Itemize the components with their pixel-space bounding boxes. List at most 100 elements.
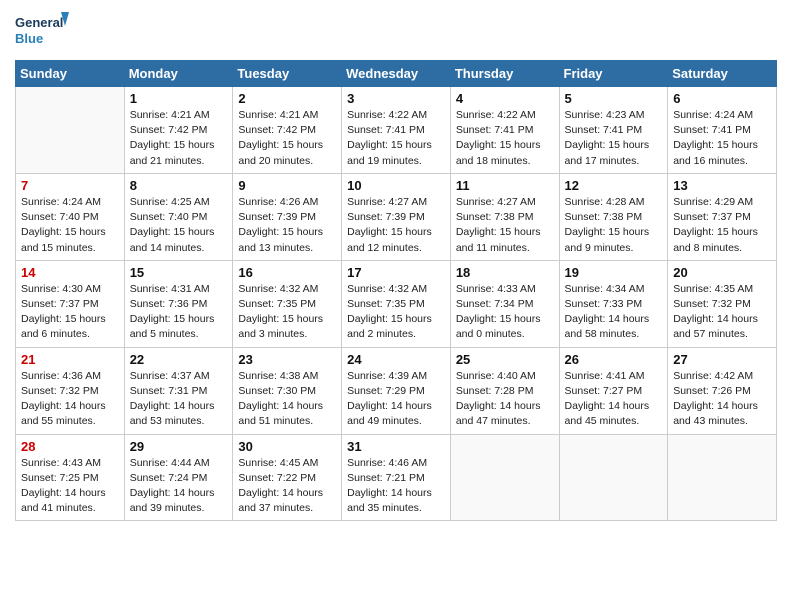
day-info: Sunrise: 4:44 AM Sunset: 7:24 PM Dayligh… <box>130 456 228 517</box>
calendar-cell: 14 Sunrise: 4:30 AM Sunset: 7:37 PM Dayli… <box>16 260 125 347</box>
calendar-cell: 1Sunrise: 4:21 AM Sunset: 7:42 PM Daylig… <box>124 87 233 174</box>
day-info: Sunrise: 4:46 AM Sunset: 7:21 PM Dayligh… <box>347 456 445 517</box>
day-info: Sunrise: 4:21 AM Sunset: 7:42 PM Dayligh… <box>238 108 336 169</box>
day-number: 19 <box>565 265 663 280</box>
day-number: 5 <box>565 91 663 106</box>
calendar-cell: 10 Sunrise: 4:27 AM Sunset: 7:39 PM Dayli… <box>342 173 451 260</box>
day-number: 3 <box>347 91 445 106</box>
day-number: 2 <box>238 91 336 106</box>
day-number: 7 <box>21 178 119 193</box>
day-number: 11 <box>456 178 554 193</box>
calendar-cell <box>16 87 125 174</box>
day-number: 27 <box>673 352 771 367</box>
svg-text:General: General <box>15 15 63 30</box>
day-info: Sunrise: 4:31 AM Sunset: 7:36 PM Dayligh… <box>130 282 228 343</box>
calendar-cell: 23 Sunrise: 4:38 AM Sunset: 7:30 PM Dayli… <box>233 347 342 434</box>
calendar-cell: 21 Sunrise: 4:36 AM Sunset: 7:32 PM Dayli… <box>16 347 125 434</box>
day-number: 26 <box>565 352 663 367</box>
days-header-row: SundayMondayTuesdayWednesdayThursdayFrid… <box>16 61 777 87</box>
day-info: Sunrise: 4:33 AM Sunset: 7:34 PM Dayligh… <box>456 282 554 343</box>
day-info: Sunrise: 4:40 AM Sunset: 7:28 PM Dayligh… <box>456 369 554 430</box>
calendar-cell: 9Sunrise: 4:26 AM Sunset: 7:39 PM Daylig… <box>233 173 342 260</box>
day-header-friday: Friday <box>559 61 668 87</box>
day-info: Sunrise: 4:25 AM Sunset: 7:40 PM Dayligh… <box>130 195 228 256</box>
day-header-saturday: Saturday <box>668 61 777 87</box>
day-header-tuesday: Tuesday <box>233 61 342 87</box>
calendar-cell: 31 Sunrise: 4:46 AM Sunset: 7:21 PM Dayli… <box>342 434 451 521</box>
calendar-cell: 18 Sunrise: 4:33 AM Sunset: 7:34 PM Dayli… <box>450 260 559 347</box>
day-number: 14 <box>21 265 119 280</box>
calendar-week-1: 1Sunrise: 4:21 AM Sunset: 7:42 PM Daylig… <box>16 87 777 174</box>
day-info: Sunrise: 4:24 AM Sunset: 7:40 PM Dayligh… <box>21 195 119 256</box>
day-number: 13 <box>673 178 771 193</box>
day-number: 28 <box>21 439 119 454</box>
day-info: Sunrise: 4:28 AM Sunset: 7:38 PM Dayligh… <box>565 195 663 256</box>
day-info: Sunrise: 4:34 AM Sunset: 7:33 PM Dayligh… <box>565 282 663 343</box>
day-number: 24 <box>347 352 445 367</box>
day-number: 30 <box>238 439 336 454</box>
day-info: Sunrise: 4:29 AM Sunset: 7:37 PM Dayligh… <box>673 195 771 256</box>
calendar-week-4: 21 Sunrise: 4:36 AM Sunset: 7:32 PM Dayli… <box>16 347 777 434</box>
day-number: 18 <box>456 265 554 280</box>
calendar-cell: 30Sunrise: 4:45 AM Sunset: 7:22 PM Dayli… <box>233 434 342 521</box>
day-info: Sunrise: 4:21 AM Sunset: 7:42 PM Dayligh… <box>130 108 228 169</box>
calendar-cell: 8 Sunrise: 4:25 AM Sunset: 7:40 PM Daylig… <box>124 173 233 260</box>
day-number: 9 <box>238 178 336 193</box>
calendar-cell: 4Sunrise: 4:22 AM Sunset: 7:41 PM Daylig… <box>450 87 559 174</box>
day-info: Sunrise: 4:39 AM Sunset: 7:29 PM Dayligh… <box>347 369 445 430</box>
calendar-cell: 6Sunrise: 4:24 AM Sunset: 7:41 PM Daylig… <box>668 87 777 174</box>
calendar-cell: 27 Sunrise: 4:42 AM Sunset: 7:26 PM Dayli… <box>668 347 777 434</box>
logo-svg: General Blue <box>15 10 70 52</box>
day-info: Sunrise: 4:27 AM Sunset: 7:39 PM Dayligh… <box>347 195 445 256</box>
day-info: Sunrise: 4:38 AM Sunset: 7:30 PM Dayligh… <box>238 369 336 430</box>
day-number: 22 <box>130 352 228 367</box>
calendar-cell: 17 Sunrise: 4:32 AM Sunset: 7:35 PM Dayli… <box>342 260 451 347</box>
day-header-sunday: Sunday <box>16 61 125 87</box>
day-info: Sunrise: 4:22 AM Sunset: 7:41 PM Dayligh… <box>347 108 445 169</box>
calendar-cell: 29Sunrise: 4:44 AM Sunset: 7:24 PM Dayli… <box>124 434 233 521</box>
day-info: Sunrise: 4:22 AM Sunset: 7:41 PM Dayligh… <box>456 108 554 169</box>
calendar-cell: 5 Sunrise: 4:23 AM Sunset: 7:41 PM Daylig… <box>559 87 668 174</box>
day-header-thursday: Thursday <box>450 61 559 87</box>
day-info: Sunrise: 4:37 AM Sunset: 7:31 PM Dayligh… <box>130 369 228 430</box>
calendar-cell: 11 Sunrise: 4:27 AM Sunset: 7:38 PM Dayli… <box>450 173 559 260</box>
day-number: 23 <box>238 352 336 367</box>
calendar-cell: 25 Sunrise: 4:40 AM Sunset: 7:28 PM Dayli… <box>450 347 559 434</box>
calendar-cell: 2 Sunrise: 4:21 AM Sunset: 7:42 PM Daylig… <box>233 87 342 174</box>
svg-text:Blue: Blue <box>15 31 43 46</box>
calendar-cell: 26 Sunrise: 4:41 AM Sunset: 7:27 PM Dayli… <box>559 347 668 434</box>
day-info: Sunrise: 4:35 AM Sunset: 7:32 PM Dayligh… <box>673 282 771 343</box>
calendar-cell: 28 Sunrise: 4:43 AM Sunset: 7:25 PM Dayli… <box>16 434 125 521</box>
day-info: Sunrise: 4:32 AM Sunset: 7:35 PM Dayligh… <box>347 282 445 343</box>
calendar-week-2: 7 Sunrise: 4:24 AM Sunset: 7:40 PM Daylig… <box>16 173 777 260</box>
day-info: Sunrise: 4:42 AM Sunset: 7:26 PM Dayligh… <box>673 369 771 430</box>
day-info: Sunrise: 4:32 AM Sunset: 7:35 PM Dayligh… <box>238 282 336 343</box>
day-header-wednesday: Wednesday <box>342 61 451 87</box>
day-info: Sunrise: 4:41 AM Sunset: 7:27 PM Dayligh… <box>565 369 663 430</box>
calendar-cell <box>450 434 559 521</box>
day-number: 17 <box>347 265 445 280</box>
day-number: 31 <box>347 439 445 454</box>
day-number: 8 <box>130 178 228 193</box>
day-info: Sunrise: 4:43 AM Sunset: 7:25 PM Dayligh… <box>21 456 119 517</box>
day-number: 6 <box>673 91 771 106</box>
calendar-cell: 24 Sunrise: 4:39 AM Sunset: 7:29 PM Dayli… <box>342 347 451 434</box>
calendar-cell <box>559 434 668 521</box>
day-info: Sunrise: 4:30 AM Sunset: 7:37 PM Dayligh… <box>21 282 119 343</box>
calendar-header: General Blue <box>15 10 777 52</box>
day-number: 21 <box>21 352 119 367</box>
day-info: Sunrise: 4:27 AM Sunset: 7:38 PM Dayligh… <box>456 195 554 256</box>
day-header-monday: Monday <box>124 61 233 87</box>
day-number: 25 <box>456 352 554 367</box>
calendar-cell: 15Sunrise: 4:31 AM Sunset: 7:36 PM Dayli… <box>124 260 233 347</box>
calendar-cell: 12 Sunrise: 4:28 AM Sunset: 7:38 PM Dayli… <box>559 173 668 260</box>
day-number: 20 <box>673 265 771 280</box>
logo: General Blue <box>15 10 70 52</box>
calendar-cell: 22 Sunrise: 4:37 AM Sunset: 7:31 PM Dayli… <box>124 347 233 434</box>
day-number: 10 <box>347 178 445 193</box>
calendar-cell: 13 Sunrise: 4:29 AM Sunset: 7:37 PM Dayli… <box>668 173 777 260</box>
day-info: Sunrise: 4:36 AM Sunset: 7:32 PM Dayligh… <box>21 369 119 430</box>
day-info: Sunrise: 4:23 AM Sunset: 7:41 PM Dayligh… <box>565 108 663 169</box>
day-number: 12 <box>565 178 663 193</box>
calendar-cell: 19 Sunrise: 4:34 AM Sunset: 7:33 PM Dayli… <box>559 260 668 347</box>
